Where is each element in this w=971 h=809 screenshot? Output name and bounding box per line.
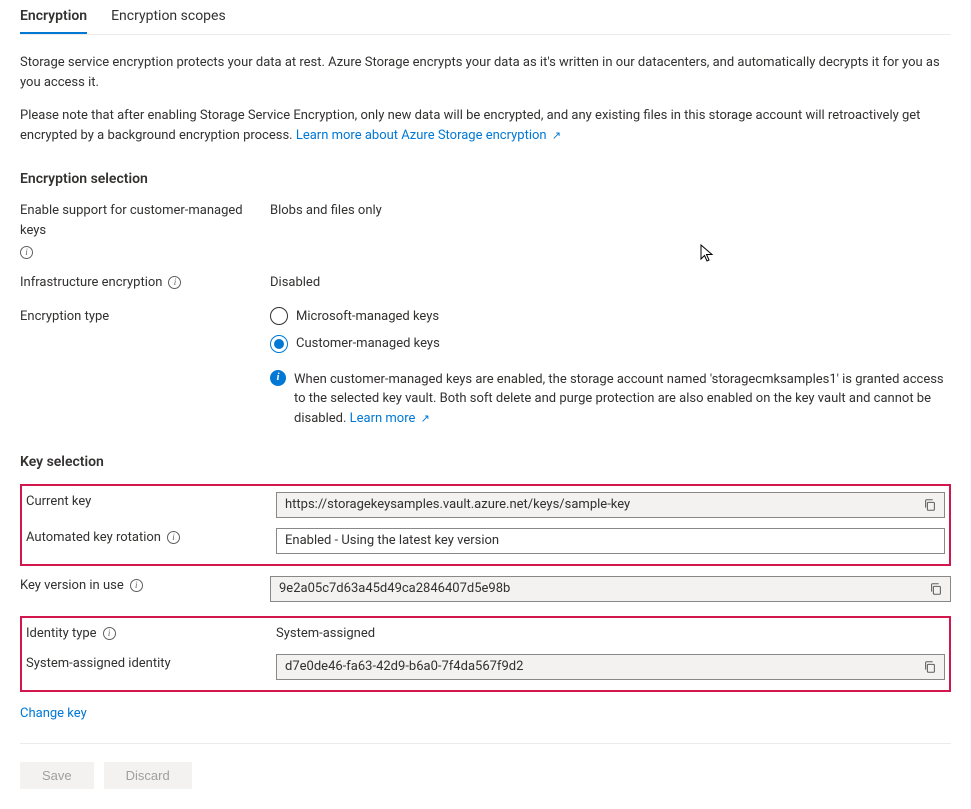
copy-icon [923,660,937,674]
key-version-row: Key version in use i 9e2a05c7d63a45d49ca… [20,576,951,602]
infrastructure-encryption-value: Disabled [270,273,951,293]
intro-paragraph-1: Storage service encryption protects your… [20,53,951,92]
current-key-label: Current key [26,492,91,512]
tab-encryption[interactable]: Encryption [20,0,87,34]
learn-more-storage-encryption-label: Learn more about Azure Storage encryptio… [296,128,547,143]
external-link-icon: ↗ [421,412,430,425]
key-version-label: Key version in use [20,576,124,596]
key-version-field: 9e2a05c7d63a45d49ca2846407d5e98b [270,576,951,602]
copy-icon [923,498,937,512]
radio-customer-managed-label: Customer-managed keys [296,334,440,354]
info-icon[interactable]: i [130,579,143,592]
identity-type-label: Identity type [26,624,97,644]
highlight-box-key: Current key https://storagekeysamples.va… [20,484,951,566]
key-selection-heading: Key selection [20,454,951,470]
infrastructure-encryption-row: Infrastructure encryption i Disabled [20,273,951,293]
copy-button[interactable] [916,655,944,679]
intro-paragraph-2: Please note that after enabling Storage … [20,106,951,145]
radio-customer-managed[interactable]: Customer-managed keys [270,334,951,354]
encryption-type-row: Encryption type Microsoft-managed keys C… [20,307,951,429]
tab-encryption-scopes[interactable]: Encryption scopes [111,0,226,34]
rotation-value: Enabled - Using the latest key version [277,531,944,551]
identity-type-row: Identity type i System-assigned [26,624,945,644]
info-icon: i [270,370,286,386]
copy-button[interactable] [922,577,950,601]
info-icon[interactable]: i [20,246,33,259]
current-key-value: https://storagekeysamples.vault.azure.ne… [277,495,916,515]
divider [20,743,951,744]
copy-icon [929,582,943,596]
cursor-icon [700,244,716,264]
system-identity-label: System-assigned identity [26,654,171,674]
encryption-type-label: Encryption type [20,307,109,327]
cmk-support-label: Enable support for customer-managed keys [20,201,270,240]
cmk-support-value: Blobs and files only [270,201,951,221]
infrastructure-encryption-label: Infrastructure encryption [20,273,162,293]
system-identity-row: System-assigned identity d7e0de46-fa63-4… [26,654,945,680]
radio-icon [270,307,288,325]
rotation-row: Automated key rotation i Enabled - Using… [26,528,945,554]
info-icon[interactable]: i [168,276,181,289]
current-key-row: Current key https://storagekeysamples.va… [26,492,945,518]
copy-button[interactable] [916,493,944,517]
tab-bar: Encryption Encryption scopes [20,0,951,35]
key-version-value: 9e2a05c7d63a45d49ca2846407d5e98b [271,579,922,599]
radio-microsoft-managed-label: Microsoft-managed keys [296,307,439,327]
info-icon[interactable]: i [167,531,180,544]
encryption-type-radio-group: Microsoft-managed keys Customer-managed … [270,307,951,429]
current-key-field: https://storagekeysamples.vault.azure.ne… [276,492,945,518]
encryption-selection-heading: Encryption selection [20,171,951,187]
save-button[interactable]: Save [20,762,94,789]
radio-icon [270,335,288,353]
learn-more-cmk-link[interactable]: Learn more ↗ [350,411,430,426]
learn-more-cmk-label: Learn more [350,411,416,426]
radio-microsoft-managed[interactable]: Microsoft-managed keys [270,307,951,327]
cmk-info-note: i When customer-managed keys are enabled… [270,370,951,429]
rotation-label: Automated key rotation [26,528,161,548]
button-row: Save Discard [20,762,951,789]
system-identity-field: d7e0de46-fa63-42d9-b6a0-7f4da567f9d2 [276,654,945,680]
cmk-support-row: Enable support for customer-managed keys… [20,201,951,259]
change-key-link[interactable]: Change key [20,706,87,721]
highlight-box-identity: Identity type i System-assigned System-a… [20,616,951,692]
external-link-icon: ↗ [552,129,561,142]
identity-type-value: System-assigned [276,624,945,644]
learn-more-storage-encryption-link[interactable]: Learn more about Azure Storage encryptio… [296,128,561,143]
rotation-field[interactable]: Enabled - Using the latest key version [276,528,945,554]
system-identity-value: d7e0de46-fa63-42d9-b6a0-7f4da567f9d2 [277,657,916,677]
discard-button[interactable]: Discard [104,762,192,789]
info-icon[interactable]: i [103,627,116,640]
